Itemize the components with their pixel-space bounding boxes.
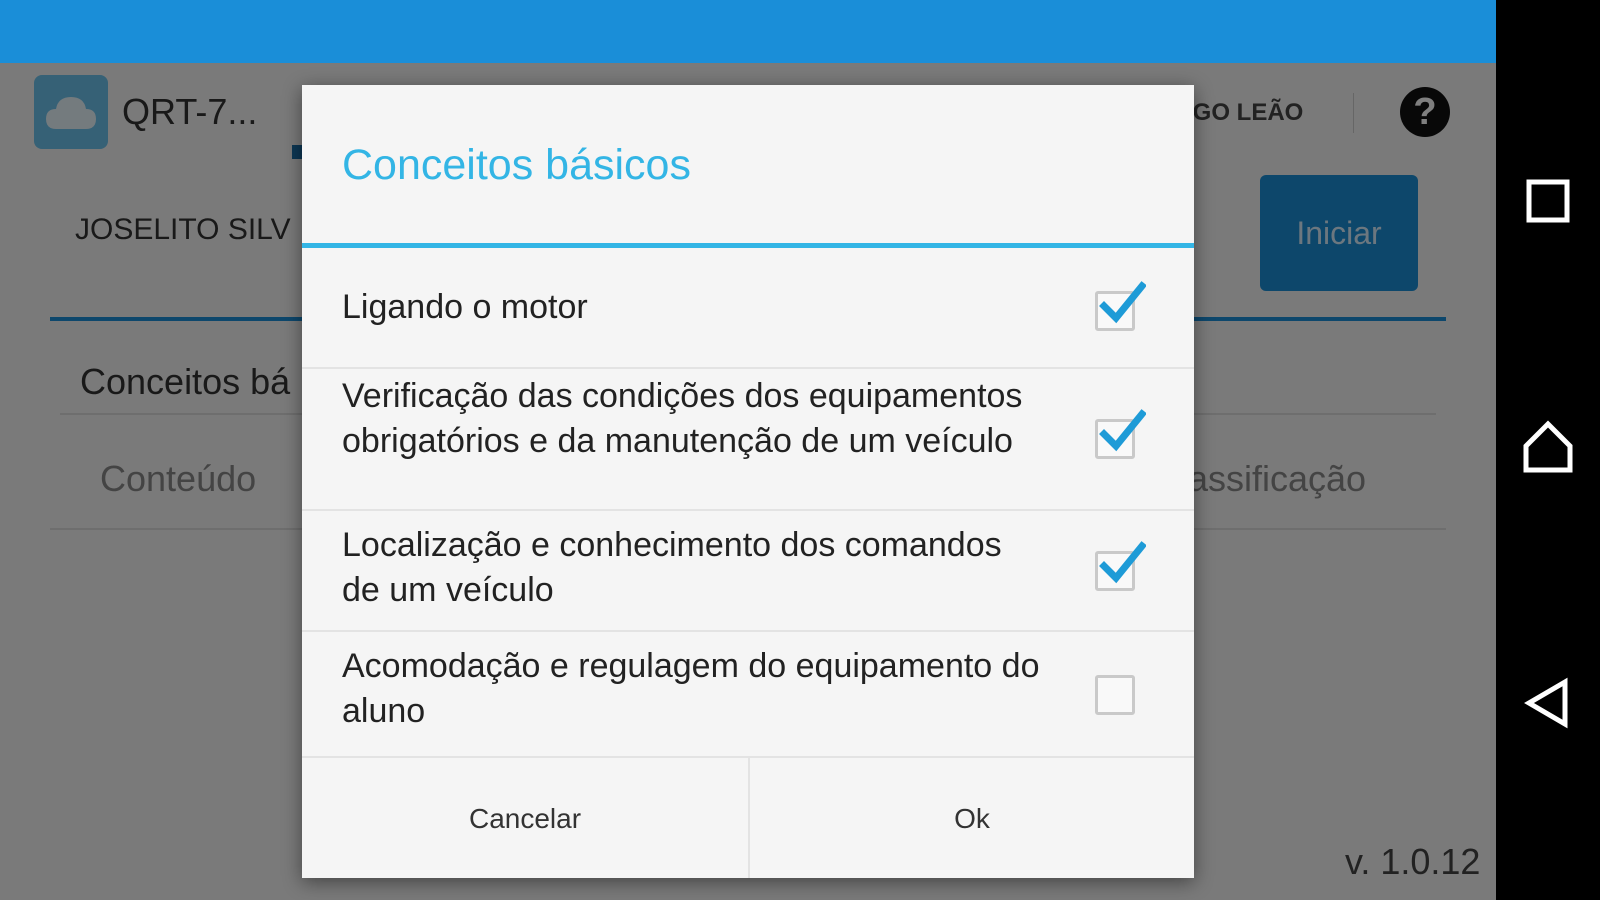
checklist-item[interactable]: Localização e conhecimento dos comandos … <box>302 511 1194 632</box>
checkbox[interactable] <box>1095 281 1146 331</box>
checklist-item[interactable]: Acomodação e regulagem do equipamento do… <box>302 632 1194 758</box>
checkbox[interactable] <box>1095 409 1146 459</box>
checklist-dialog: Conceitos básicos Ligando o motor Verifi… <box>302 85 1194 878</box>
checkbox[interactable] <box>1095 541 1146 591</box>
checklist-item-label: Verificação das condições dos equipament… <box>342 377 1023 460</box>
checklist-item[interactable]: Ligando o motor <box>302 248 1194 369</box>
checkmark-icon <box>1099 409 1146 452</box>
checkmark-icon <box>1099 541 1146 584</box>
home-icon[interactable] <box>1521 420 1575 474</box>
ok-button[interactable]: Ok <box>750 758 1194 878</box>
dialog-title: Conceitos básicos <box>342 141 691 189</box>
checkbox[interactable] <box>1095 675 1135 715</box>
checklist-item-label: Localização e conhecimento dos comandos … <box>342 526 1002 609</box>
dialog-actions: Cancelar Ok <box>302 758 1194 878</box>
checklist-item[interactable]: Verificação das condições dos equipament… <box>302 369 1194 511</box>
checklist-item-label: Acomodação e regulagem do equipamento do… <box>342 647 1040 730</box>
back-triangle-icon[interactable] <box>1521 676 1575 730</box>
status-bar <box>0 0 1496 63</box>
checklist-item-label: Ligando o motor <box>342 288 588 326</box>
system-nav-bar <box>1496 0 1600 900</box>
cancel-button[interactable]: Cancelar <box>302 758 748 878</box>
checkmark-icon <box>1099 281 1146 324</box>
square-icon[interactable] <box>1521 174 1575 228</box>
